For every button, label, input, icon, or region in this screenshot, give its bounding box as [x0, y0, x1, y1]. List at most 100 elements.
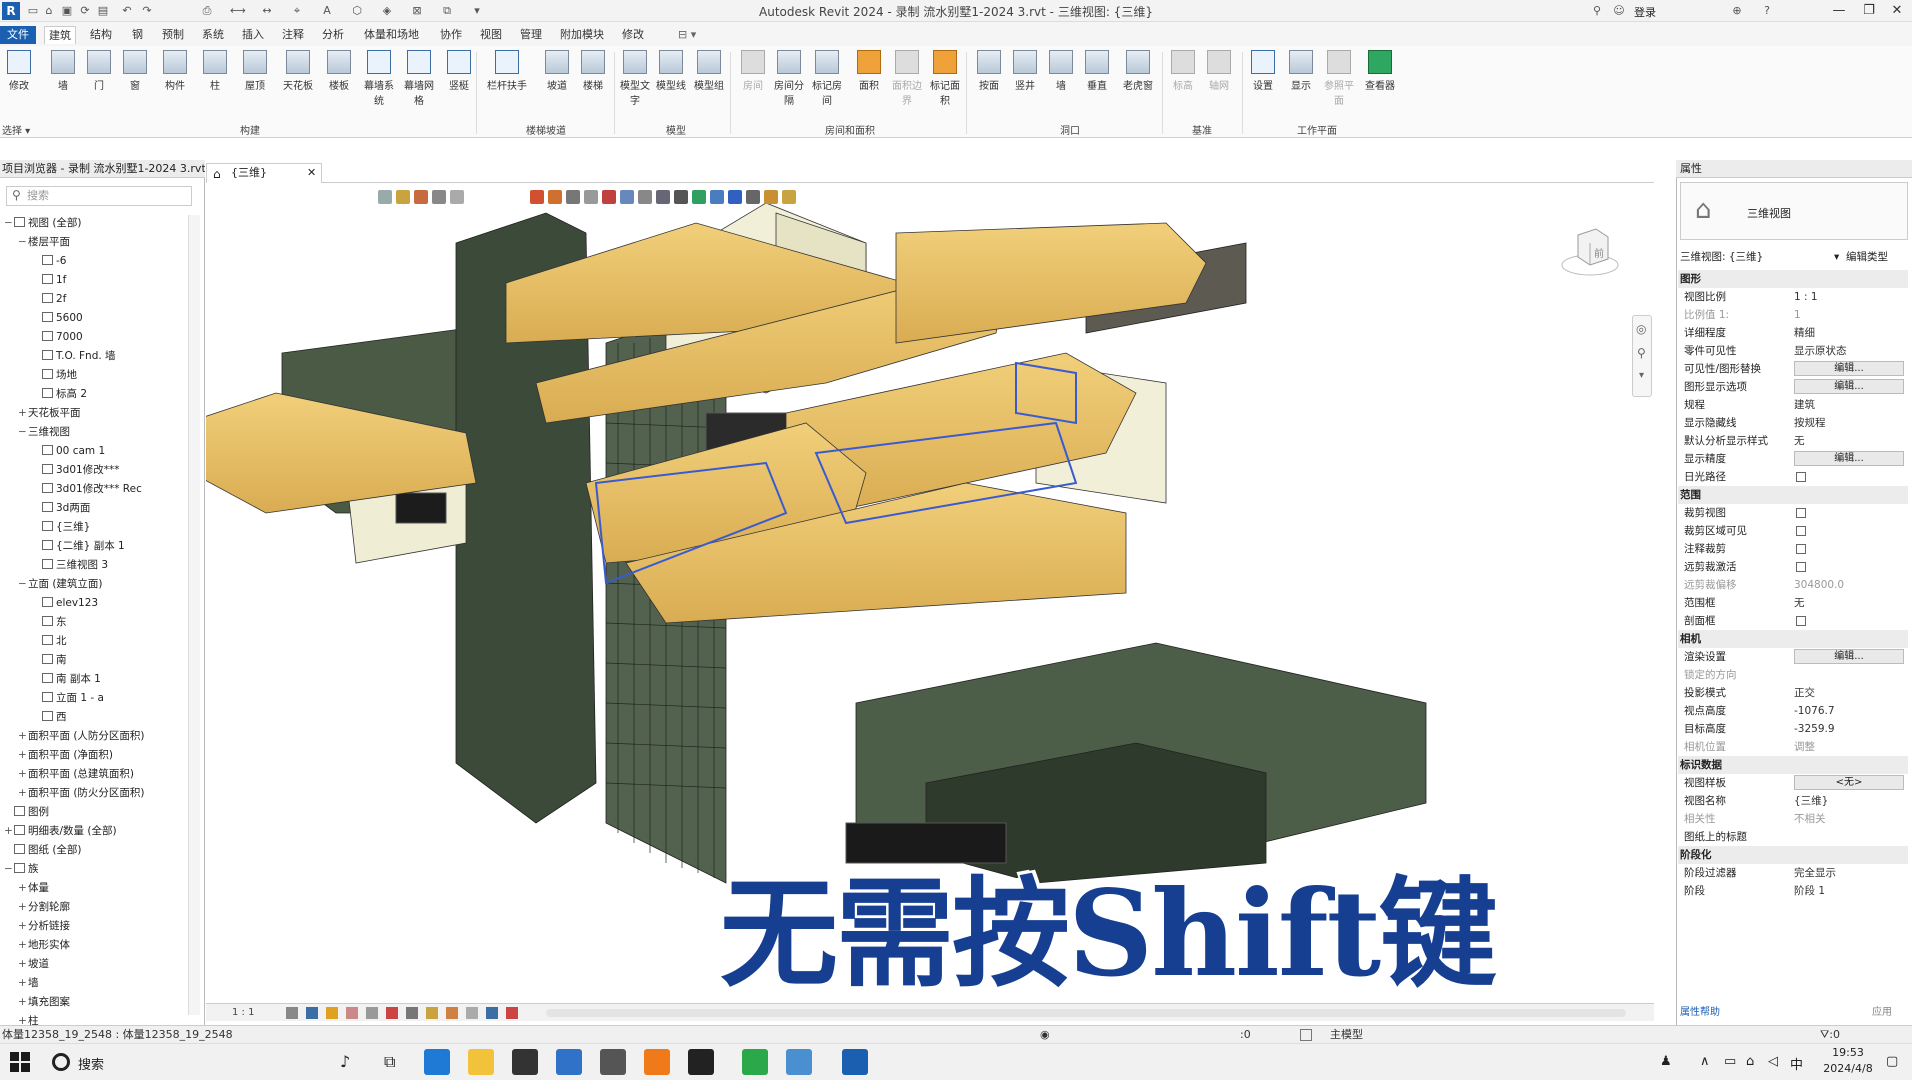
- browser-tree-item[interactable]: +地形实体: [18, 936, 70, 954]
- tab-precast[interactable]: 预制: [158, 26, 188, 44]
- binoculars-icon[interactable]: ⚲: [1590, 4, 1604, 18]
- model-line-button[interactable]: 模型线: [654, 50, 688, 92]
- property-category[interactable]: 相机: [1678, 630, 1908, 648]
- clock-time[interactable]: 19:53: [1818, 1046, 1878, 1059]
- browser-tree-item[interactable]: 3d01修改***: [32, 461, 119, 479]
- highlight-icon[interactable]: [506, 1007, 518, 1019]
- lock-3d-icon[interactable]: [426, 1007, 438, 1019]
- browser-tree-item[interactable]: 南 副本 1: [32, 670, 101, 688]
- modify-button[interactable]: 修改: [2, 50, 36, 92]
- property-edit-button[interactable]: 编辑...: [1794, 379, 1904, 394]
- expand-icon[interactable]: +: [18, 879, 28, 897]
- area-button[interactable]: 面积: [852, 50, 886, 92]
- browser-tree-item[interactable]: +填充图案: [18, 993, 70, 1011]
- tab-massing-site[interactable]: 体量和场地: [360, 26, 423, 44]
- tab-file[interactable]: 文件: [0, 26, 36, 44]
- tag-room-button[interactable]: 标记房间: [810, 50, 844, 107]
- property-checkbox[interactable]: [1796, 616, 1806, 626]
- tab-steel[interactable]: 钢: [128, 26, 147, 44]
- property-value[interactable]: -1076.7: [1794, 702, 1902, 720]
- set-workplane-button[interactable]: 设置: [1246, 50, 1280, 92]
- ceiling-button[interactable]: 天花板: [278, 50, 318, 92]
- app-icon[interactable]: [600, 1049, 626, 1075]
- pin-icon[interactable]: [530, 190, 544, 204]
- nav-dropdown-icon[interactable]: ▾: [1639, 370, 1644, 381]
- property-value[interactable]: {三维}: [1794, 792, 1902, 810]
- wall-button[interactable]: 墙: [46, 50, 80, 92]
- expand-icon[interactable]: +: [18, 974, 28, 992]
- browser-tree-item[interactable]: T.O. Fnd. 墙: [32, 347, 116, 365]
- browser-tree-item[interactable]: 2f: [32, 290, 66, 308]
- model-text-button[interactable]: 模型文字: [618, 50, 652, 107]
- help-icon[interactable]: ?: [1760, 4, 1774, 18]
- expand-icon[interactable]: +: [18, 917, 28, 935]
- browser-tree-item[interactable]: +坡道: [18, 955, 49, 973]
- expand-icon[interactable]: +: [18, 898, 28, 916]
- edit-type-button[interactable]: 编辑类型: [1846, 248, 1888, 266]
- paint-icon[interactable]: [692, 190, 706, 204]
- browser-tree-item[interactable]: 场地: [32, 366, 77, 384]
- stair-button[interactable]: 楼梯: [576, 50, 610, 92]
- browser-tree-item[interactable]: +面积平面 (人防分区面积): [18, 727, 145, 745]
- area-boundary-button[interactable]: 面积边界: [890, 50, 924, 107]
- expand-icon[interactable]: +: [18, 993, 28, 1011]
- render-icon[interactable]: [378, 190, 392, 204]
- horizontal-scrollbar[interactable]: [546, 1009, 1626, 1017]
- expand-icon[interactable]: +: [18, 1012, 28, 1030]
- collapse-icon[interactable]: −: [18, 233, 28, 251]
- property-value[interactable]: 调整: [1794, 738, 1902, 756]
- type-selector[interactable]: ⌂ 三维视图: [1680, 182, 1908, 240]
- browser-tree-item[interactable]: −楼层平面: [18, 233, 70, 251]
- network-icon[interactable]: ⌂: [1746, 1054, 1754, 1069]
- property-value[interactable]: 精细: [1794, 324, 1902, 342]
- copy-icon[interactable]: [620, 190, 634, 204]
- browser-tree-item[interactable]: 1f: [32, 271, 66, 289]
- floor-button[interactable]: 楼板: [322, 50, 356, 92]
- browser-tree-item[interactable]: 西: [32, 708, 67, 726]
- property-checkbox[interactable]: [1796, 526, 1806, 536]
- group-icon[interactable]: [728, 190, 742, 204]
- search-circle-icon[interactable]: [52, 1053, 70, 1071]
- browser-tree-item[interactable]: 00 cam 1: [32, 442, 105, 460]
- viewer-button[interactable]: 查看器: [1360, 50, 1400, 92]
- browser-tree-item[interactable]: +体量: [18, 879, 49, 897]
- show-crop-icon[interactable]: [406, 1007, 418, 1019]
- browser-tree-item[interactable]: + 明细表/数量 (全部): [4, 822, 117, 840]
- property-value[interactable]: 按规程: [1794, 414, 1902, 432]
- chevron-down-icon[interactable]: ▾: [1834, 248, 1839, 266]
- maximize-icon[interactable]: ❐: [1856, 2, 1882, 20]
- expand-icon[interactable]: +: [18, 936, 28, 954]
- tray-chevron-icon[interactable]: ∧: [1700, 1054, 1710, 1069]
- browser-tree-item[interactable]: − 族: [4, 860, 39, 878]
- clock-date[interactable]: 2024/4/8: [1818, 1062, 1878, 1075]
- tag-area-button[interactable]: 标记面积: [928, 50, 962, 107]
- ref-plane-button[interactable]: 参照平面: [1322, 50, 1356, 107]
- collapse-icon[interactable]: −: [18, 575, 28, 593]
- property-edit-button[interactable]: <无>: [1794, 775, 1904, 790]
- render-dialog-icon[interactable]: [366, 1007, 378, 1019]
- browser-tree-item[interactable]: 标高 2: [32, 385, 87, 403]
- revit-taskbar-icon[interactable]: [842, 1049, 868, 1075]
- property-category[interactable]: 图形: [1678, 270, 1908, 288]
- minimize-icon[interactable]: —: [1826, 2, 1852, 20]
- sign-in-label[interactable]: 登录: [1634, 4, 1656, 20]
- wall-opening-button[interactable]: 墙: [1044, 50, 1078, 92]
- browser-scrollbar[interactable]: [188, 215, 200, 1015]
- rotate-icon[interactable]: [584, 190, 598, 204]
- show-workplane-button[interactable]: 显示: [1284, 50, 1318, 92]
- browser-tree-item[interactable]: +分割轮廓: [18, 898, 70, 916]
- select-dropdown[interactable]: 选择 ▾: [2, 122, 42, 137]
- browser-tree-item[interactable]: 3d01修改*** Rec: [32, 480, 142, 498]
- browser-tree-item[interactable]: +分析链接: [18, 917, 70, 935]
- mail-icon[interactable]: [556, 1049, 582, 1075]
- browser-tree-item[interactable]: 7000: [32, 328, 83, 346]
- move-icon[interactable]: [566, 190, 580, 204]
- browser-tree-item[interactable]: -6: [32, 252, 66, 270]
- tab-manage[interactable]: 管理: [516, 26, 546, 44]
- expand-icon[interactable]: +: [4, 822, 14, 840]
- tab-structure[interactable]: 结构: [86, 26, 116, 44]
- property-edit-button[interactable]: 编辑...: [1794, 649, 1904, 664]
- tab-systems[interactable]: 系统: [198, 26, 228, 44]
- tab-architecture[interactable]: 建筑: [44, 26, 76, 44]
- browser-tree-item[interactable]: +面积平面 (总建筑面积): [18, 765, 134, 783]
